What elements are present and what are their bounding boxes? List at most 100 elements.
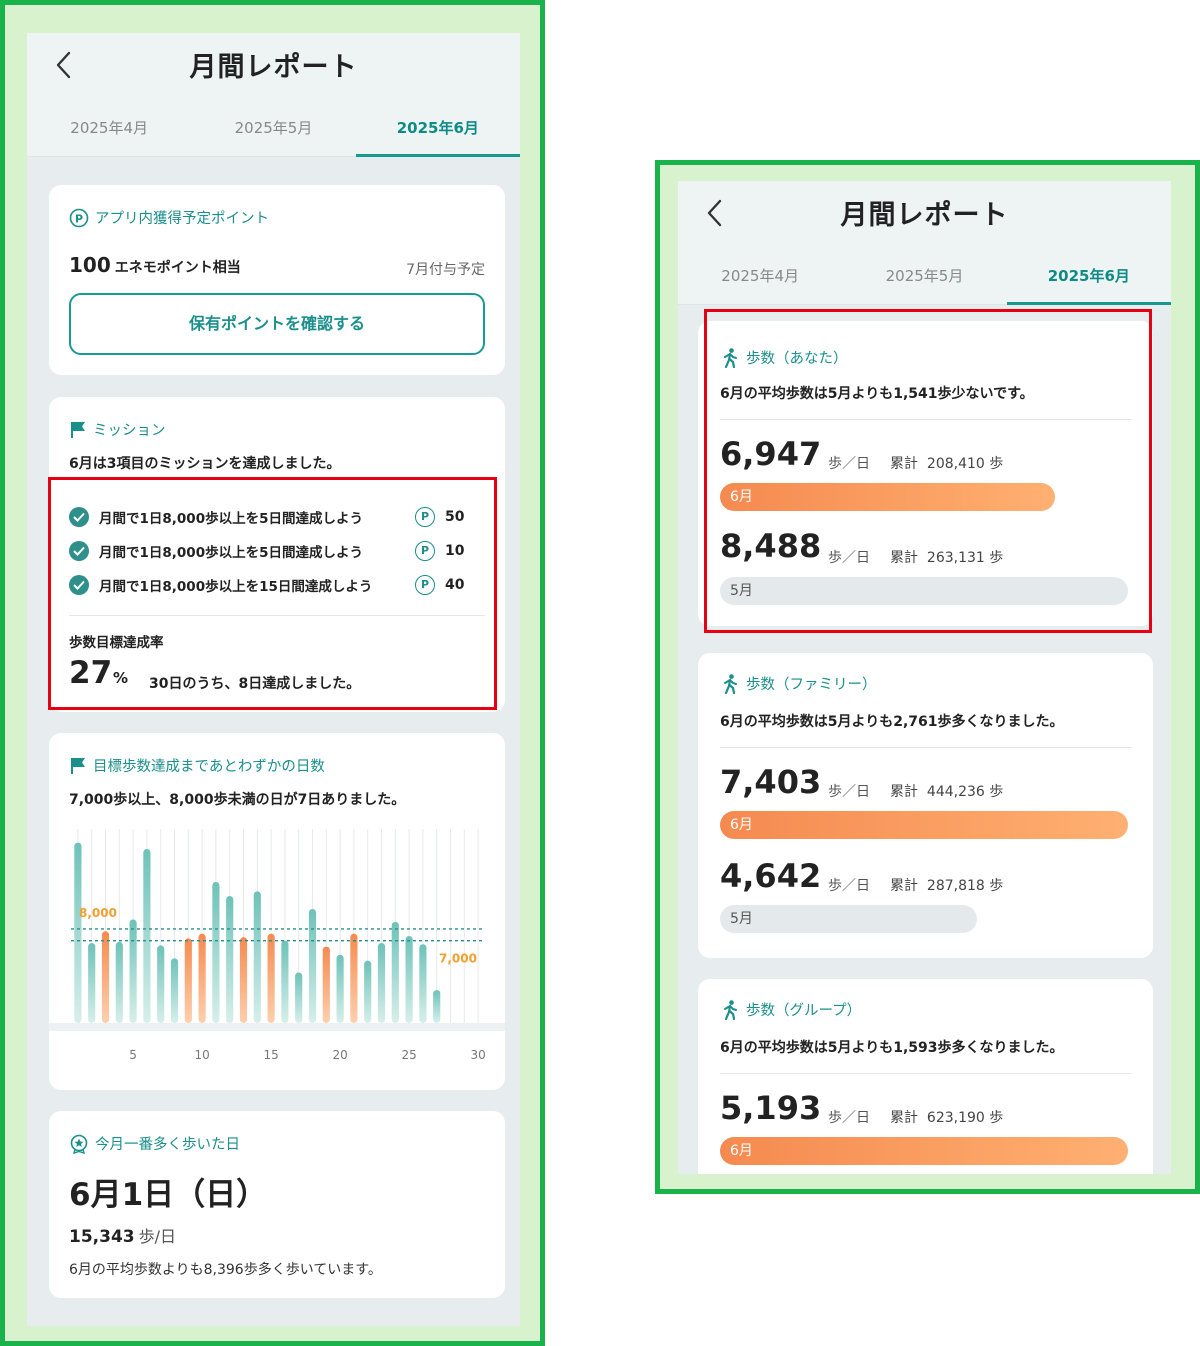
daily-steps-bar — [184, 938, 192, 1023]
best-day-steps: 15,343 歩/日 — [69, 1223, 176, 1247]
mission-card-title: ミッション — [69, 419, 166, 440]
daily-steps-bar — [350, 933, 358, 1023]
page-title: 月間レポート — [189, 52, 358, 83]
best-day-note: 6月の平均歩数よりも8,396歩多く歩いています。 — [69, 1262, 382, 1278]
steps-family-divider — [720, 747, 1131, 748]
chart-baseline — [49, 1023, 505, 1031]
daily-steps-bar — [405, 935, 413, 1023]
x-tick-label: 5 — [129, 1048, 137, 1062]
daily-steps-bar — [419, 944, 427, 1023]
steps-family-previous-unit: 歩／日 — [828, 878, 870, 894]
total-value: 287,818 歩 — [926, 878, 1004, 894]
highlight-box-mission — [48, 477, 497, 710]
steps-group-current-total: 累計 623,190 歩 — [890, 1107, 1003, 1127]
point-p-icon: P — [69, 208, 89, 227]
steps-group-current-value: 5,193 — [720, 1089, 822, 1127]
daily-steps-chart: 8,000 7,000 5 10 15 20 25 30 — [49, 829, 505, 1062]
walking-person-icon — [724, 999, 737, 1020]
daily-steps-bar — [74, 842, 82, 1023]
steps-family-current-bar: 6月 — [720, 811, 1128, 839]
svg-text:P: P — [75, 212, 83, 225]
daily-steps-bar — [115, 941, 123, 1023]
best-day-steps-value: 15,343 — [69, 1227, 135, 1247]
near-goal-summary: 7,000歩以上、8,000歩未満の日が7日ありました。 — [69, 792, 406, 808]
reference-label-8000: 8,000 — [79, 906, 117, 920]
steps-group-current-bar: 6月 — [720, 1137, 1128, 1165]
daily-steps-bar — [336, 954, 344, 1023]
steps-family-current-total: 累計 444,236 歩 — [890, 781, 1003, 801]
steps-family-previous-total: 累計 287,818 歩 — [890, 875, 1003, 895]
page-title: 月間レポート — [840, 200, 1009, 231]
near-goal-card-title: 目標歩数達成まであとわずかの日数 — [69, 755, 325, 776]
steps-family-card: 歩数（ファミリー） 6月の平均歩数は5月よりも2,761歩多くなりました。 7,… — [698, 653, 1153, 958]
total-value: 444,236 歩 — [926, 784, 1004, 800]
near-goal-card: 目標歩数達成まであとわずかの日数 7,000歩以上、8,000歩未満の日が7日あ… — [49, 733, 505, 1090]
app-bar: 月間レポート 2025年4月 2025年5月 2025年6月 — [27, 33, 520, 157]
steps-group-card: 歩数（グループ） 6月の平均歩数は5月よりも1,593歩多くなりました。 5,1… — [698, 979, 1153, 1174]
best-day-date: 6月1日（日） — [69, 1177, 268, 1213]
x-tick-label: 15 — [263, 1048, 278, 1062]
points-card: P アプリ内獲得予定ポイント 100 エネモポイント相当 7月付与予定 保有ポイン… — [49, 185, 505, 375]
daily-steps-bar — [157, 945, 165, 1023]
mission-summary: 6月は3項目のミッションを達成しました。 — [69, 456, 341, 472]
daily-steps-bar — [226, 896, 234, 1023]
daily-steps-bar — [364, 960, 372, 1023]
flag-icon — [71, 421, 85, 438]
steps-family-title: 歩数（ファミリー） — [722, 673, 877, 694]
steps-family-current-unit: 歩／日 — [828, 784, 870, 800]
daily-steps-bar — [377, 943, 386, 1023]
daily-steps-bar — [143, 848, 151, 1023]
steps-group-summary: 6月の平均歩数は5月よりも1,593歩多くなりました。 — [720, 1040, 1064, 1056]
daily-steps-bar — [198, 933, 206, 1023]
steps-group-current-unit: 歩／日 — [828, 1110, 870, 1126]
award-star-icon — [70, 1134, 88, 1154]
daily-steps-bar — [239, 937, 248, 1023]
steps-family-current-value: 7,403 — [720, 763, 822, 801]
points-card-title: P アプリ内獲得予定ポイント — [69, 207, 269, 228]
check-points-button[interactable]: 保有ポイントを確認する — [69, 293, 485, 355]
daily-steps-bar — [101, 931, 110, 1023]
month-tabs: 2025年4月 2025年5月 2025年6月 — [678, 253, 1171, 305]
tab-april[interactable]: 2025年4月 — [678, 253, 842, 304]
steps-family-previous-bar: 5月 — [720, 905, 977, 933]
x-tick-label: 20 — [332, 1048, 347, 1062]
tab-april[interactable]: 2025年4月 — [27, 105, 191, 156]
best-day-card-title-text: 今月一番多く歩いた日 — [95, 1137, 240, 1153]
steps-group-title: 歩数（グループ） — [722, 999, 861, 1020]
daily-steps-bar — [281, 940, 289, 1023]
tab-june[interactable]: 2025年6月 — [1006, 253, 1171, 305]
steps-family-summary: 6月の平均歩数は5月よりも2,761歩多くなりました。 — [720, 714, 1064, 730]
daily-steps-bar — [253, 891, 261, 1023]
total-label: 累計 — [890, 784, 918, 800]
steps-group-title-text: 歩数（グループ） — [746, 1003, 862, 1019]
daily-steps-bar — [212, 881, 220, 1023]
x-tick-label: 25 — [401, 1048, 416, 1062]
daily-steps-bar — [88, 943, 96, 1023]
daily-steps-bar — [267, 933, 275, 1023]
daily-steps-bar — [433, 990, 441, 1023]
points-amount-value: 100 — [69, 253, 111, 277]
best-day-steps-unit: 歩/日 — [138, 1227, 177, 1246]
total-label: 累計 — [890, 878, 918, 894]
month-tabs: 2025年4月 2025年5月 2025年6月 — [27, 105, 520, 157]
highlight-box-steps-you — [704, 309, 1152, 633]
walking-person-icon — [724, 673, 737, 694]
points-card-title-text: アプリ内獲得予定ポイント — [95, 211, 269, 227]
flag-icon — [71, 757, 85, 774]
steps-family-previous-value: 4,642 — [720, 857, 822, 895]
tab-june[interactable]: 2025年6月 — [355, 105, 520, 157]
steps-family-title-text: 歩数（ファミリー） — [746, 677, 877, 693]
near-goal-card-title-text: 目標歩数達成まであとわずかの日数 — [93, 759, 325, 775]
tab-may[interactable]: 2025年5月 — [842, 253, 1006, 304]
points-amount: 100 エネモポイント相当 — [69, 253, 241, 277]
points-amount-unit: エネモポイント相当 — [114, 260, 241, 276]
tab-may[interactable]: 2025年5月 — [191, 105, 355, 156]
app-bar: 月間レポート 2025年4月 2025年5月 2025年6月 — [678, 181, 1171, 305]
daily-steps-bar — [322, 946, 330, 1023]
best-day-card-title: 今月一番多く歩いた日 — [69, 1133, 240, 1154]
total-label: 累計 — [890, 1110, 918, 1126]
mission-card-title-text: ミッション — [93, 423, 166, 439]
best-day-card: 今月一番多く歩いた日 6月1日（日） 15,343 歩/日 6月の平均歩数よりも8… — [49, 1111, 505, 1298]
total-value: 623,190 歩 — [926, 1110, 1004, 1126]
points-grant-note: 7月付与予定 — [406, 262, 485, 278]
